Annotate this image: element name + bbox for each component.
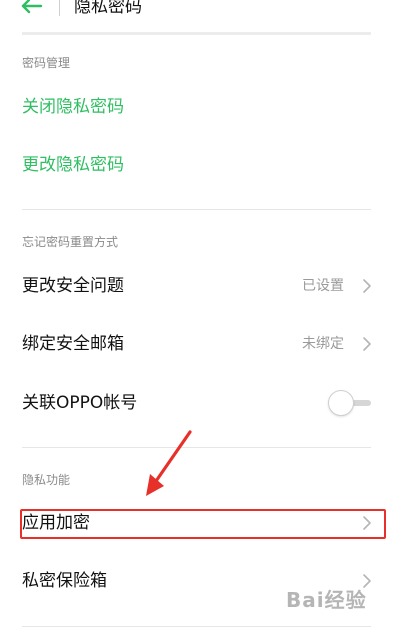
security-email-status: 未绑定 [302,336,344,352]
back-arrow-icon [21,0,43,14]
security-question-row[interactable]: 更改安全问题 已设置 [0,266,404,306]
close-privacy-password-button[interactable]: 关闭隐私密码 [22,95,124,119]
toggle-knob [328,390,354,416]
private-safe-title: 私密保险箱 [22,571,107,591]
app-header: 隐私密码 [0,0,404,36]
security-email-row[interactable]: 绑定安全邮箱 未绑定 [0,324,404,364]
header-bottom-rule [22,32,371,35]
chevron-right-icon [363,337,371,351]
change-privacy-password-button[interactable]: 更改隐私密码 [22,153,124,177]
security-question-title: 更改安全问题 [22,276,124,296]
section-divider [22,209,371,210]
watermark-text: Bai经验 [286,588,367,612]
bottom-divider [22,626,371,627]
annotation-highlight-box [20,509,386,539]
security-question-status: 已设置 [302,278,344,294]
oppo-account-title: 关联OPPO帐号 [22,393,138,413]
back-button[interactable] [20,0,48,18]
page-title: 隐私密码 [74,0,142,17]
section-label-forgot-reset: 忘记密码重置方式 [22,235,119,249]
privacy-password-screen: 隐私密码 密码管理 关闭隐私密码 更改隐私密码 忘记密码重置方式 更改安全问题 … [0,0,404,633]
annotation-arrow-icon [146,430,192,496]
header-divider [59,0,60,16]
oppo-account-row: 关联OPPO帐号 [0,383,404,423]
chevron-right-icon [363,279,371,293]
section-label-privacy-features: 隐私功能 [22,473,71,487]
security-email-title: 绑定安全邮箱 [22,334,124,354]
oppo-account-toggle[interactable] [327,389,373,417]
baidu-watermark: Bai经验 [286,584,398,616]
section-label-password-management: 密码管理 [22,56,71,70]
